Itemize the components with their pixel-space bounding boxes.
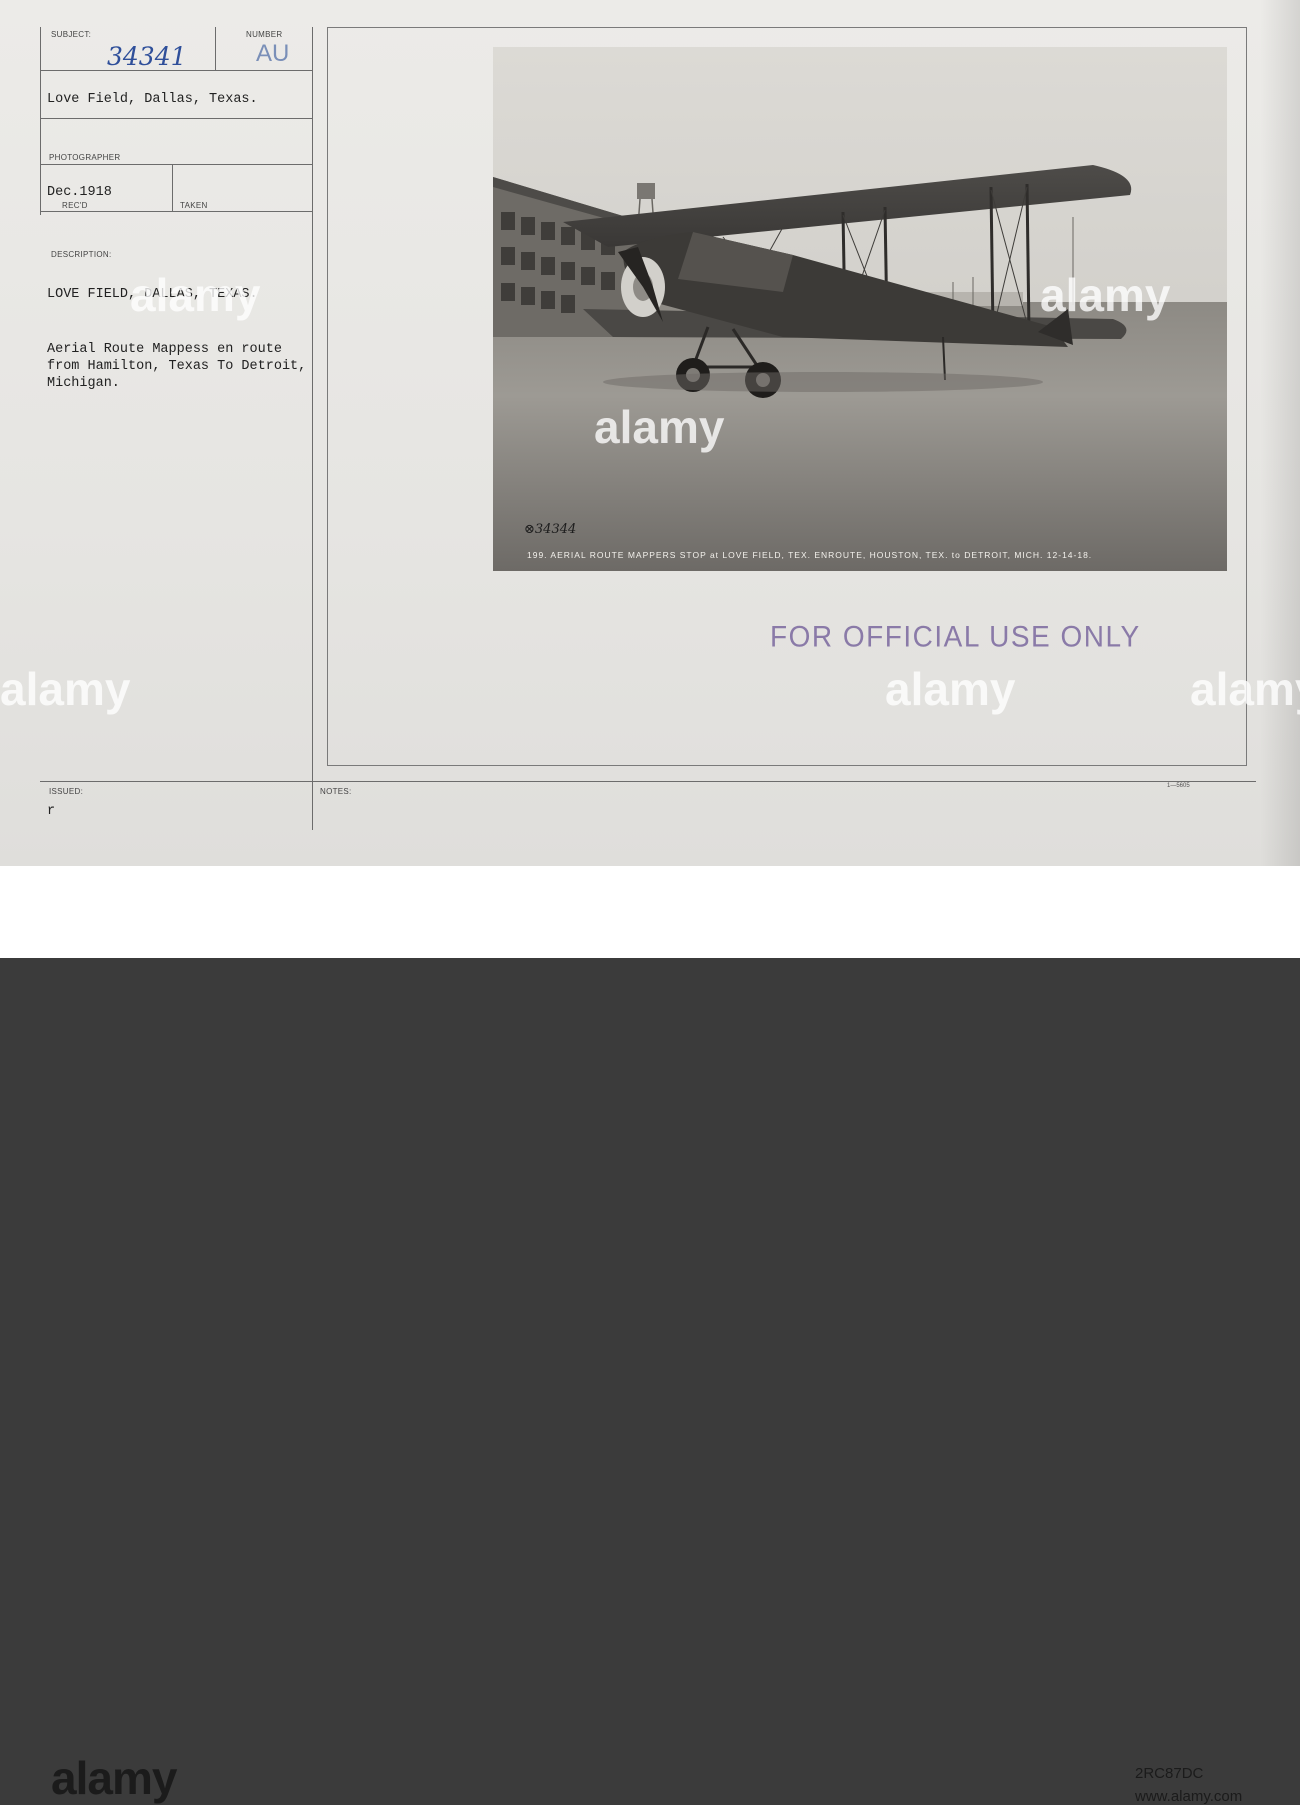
subject-label: SUBJECT: [51, 30, 92, 39]
subject-number: 34341 [107, 42, 187, 71]
column-divider [312, 27, 313, 830]
watermark-logo: alamy [594, 401, 725, 453]
number-label: NUMBER [246, 30, 283, 39]
watermark-logo: alamy [885, 663, 1016, 715]
notes-label: NOTES: [320, 787, 352, 796]
recd-label: REC'D [62, 201, 88, 210]
photographer-label: PHOTOGRAPHER [49, 153, 121, 162]
description-line-3: Michigan. [47, 376, 120, 391]
taken-label: TAKEN [180, 201, 208, 210]
watermark-logo: alamy [1190, 663, 1300, 715]
description-label: DESCRIPTION: [51, 250, 112, 259]
watermark-logo: alamy [0, 663, 131, 715]
site-url[interactable]: www.alamy.com [1135, 1788, 1242, 1805]
negative-number: ⊗34344 [524, 522, 577, 537]
subject-text: Love Field, Dallas, Texas. [47, 92, 258, 107]
description-line-1: Aerial Route Mappess en route [47, 342, 282, 357]
form-code: 1—5605 [1167, 783, 1190, 789]
issued-label: ISSUED: [49, 787, 84, 796]
watermark-logo: alamy [130, 269, 261, 321]
watermark-logo: alamy [1040, 269, 1171, 321]
archive-card: SUBJECT: NUMBER PHOTOGRAPHER REC'D TAKEN… [0, 0, 1300, 866]
photo-caption: 199. AERIAL ROUTE MAPPERS STOP at LOVE F… [527, 550, 1093, 560]
notes-rule [40, 781, 1256, 782]
description-line-2: from Hamilton, Texas To Detroit, [47, 359, 307, 374]
image-id: 2RC87DC [1135, 1765, 1204, 1782]
alamy-logo: alamy [51, 1752, 177, 1804]
stock-footer: alamy 2RC87DC www.alamy.com [0, 866, 1300, 1805]
recd-date: Dec.1918 [47, 185, 112, 200]
number-code: AU [256, 40, 290, 67]
issued-value: r [47, 804, 56, 819]
official-use-stamp: FOR OFFICIAL USE ONLY [770, 620, 1141, 653]
